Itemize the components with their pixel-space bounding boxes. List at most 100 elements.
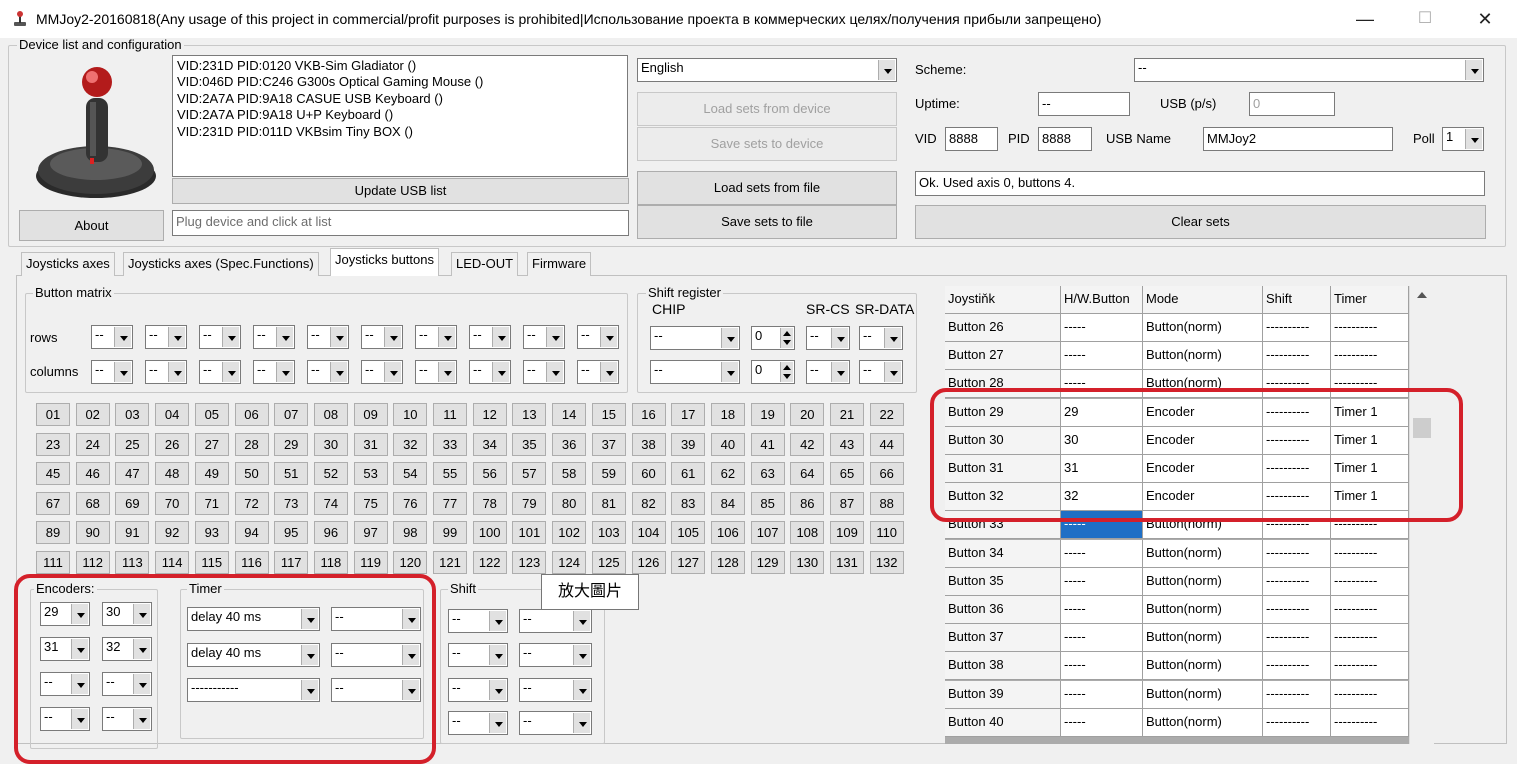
close-button[interactable]: ✕ bbox=[1470, 8, 1500, 30]
button-number-13[interactable]: 13 bbox=[512, 403, 547, 426]
button-number-74[interactable]: 74 bbox=[313, 491, 348, 515]
table-header-cell[interactable]: Shift bbox=[1263, 286, 1331, 314]
shift-select[interactable]: -- bbox=[519, 609, 592, 633]
button-number-91[interactable]: 91 bbox=[115, 521, 150, 545]
button-number-97[interactable]: 97 bbox=[353, 521, 388, 545]
button-number-131[interactable]: 131 bbox=[830, 551, 864, 574]
shift-select[interactable]: -- bbox=[448, 609, 508, 633]
button-number-06[interactable]: 06 bbox=[234, 403, 269, 426]
button-number-104[interactable]: 104 bbox=[631, 521, 666, 545]
button-number-94[interactable]: 94 bbox=[234, 521, 269, 545]
button-number-18[interactable]: 18 bbox=[710, 403, 745, 426]
table-cell[interactable]: Button(norm) bbox=[1143, 596, 1263, 624]
button-number-53[interactable]: 53 bbox=[353, 462, 388, 486]
button-number-71[interactable]: 71 bbox=[194, 491, 229, 515]
button-number-31[interactable]: 31 bbox=[353, 432, 388, 456]
matrix-row-select[interactable]: -- bbox=[469, 325, 511, 349]
button-number-37[interactable]: 37 bbox=[591, 432, 626, 456]
button-number-96[interactable]: 96 bbox=[313, 521, 348, 545]
matrix-row-select[interactable]: -- bbox=[307, 325, 349, 349]
button-number-65[interactable]: 65 bbox=[830, 462, 864, 486]
table-row-header[interactable]: Button 38 bbox=[945, 652, 1061, 681]
table-cell[interactable]: ---------- bbox=[1263, 342, 1331, 371]
button-number-10[interactable]: 10 bbox=[393, 403, 428, 426]
table-cell[interactable]: ---------- bbox=[1263, 314, 1331, 342]
table-row-header[interactable]: Button 39 bbox=[945, 680, 1061, 709]
button-number-28[interactable]: 28 bbox=[234, 432, 269, 456]
button-number-102[interactable]: 102 bbox=[552, 521, 587, 545]
button-number-02[interactable]: 02 bbox=[75, 403, 110, 426]
table-cell[interactable]: ---------- bbox=[1331, 342, 1409, 371]
button-number-116[interactable]: 116 bbox=[234, 551, 269, 574]
table-cell[interactable]: ----- bbox=[1061, 652, 1143, 681]
matrix-row-select[interactable]: -- bbox=[415, 325, 457, 349]
button-number-27[interactable]: 27 bbox=[194, 432, 229, 456]
shift-select[interactable]: -- bbox=[448, 678, 508, 702]
table-cell[interactable]: ---------- bbox=[1331, 652, 1409, 681]
matrix-column-select[interactable]: -- bbox=[523, 360, 565, 384]
load-from-device-button[interactable]: Load sets from device bbox=[637, 92, 897, 126]
button-number-112[interactable]: 112 bbox=[75, 551, 110, 574]
button-number-33[interactable]: 33 bbox=[433, 432, 467, 456]
table-cell[interactable]: Button(norm) bbox=[1143, 314, 1263, 342]
button-number-44[interactable]: 44 bbox=[869, 432, 904, 456]
chip-select[interactable]: -- bbox=[650, 326, 740, 350]
button-number-66[interactable]: 66 bbox=[869, 462, 904, 486]
table-cell[interactable]: ----- bbox=[1061, 680, 1143, 709]
maximize-button[interactable]: ☐ bbox=[1410, 8, 1440, 30]
table-row-header[interactable]: Button 36 bbox=[945, 596, 1061, 624]
button-number-24[interactable]: 24 bbox=[75, 432, 110, 456]
table-cell[interactable]: ----- bbox=[1061, 567, 1143, 596]
table-header-cell[interactable]: H/W.Button bbox=[1061, 286, 1143, 314]
button-number-61[interactable]: 61 bbox=[671, 462, 706, 486]
button-number-12[interactable]: 12 bbox=[472, 403, 507, 426]
table-cell[interactable]: ---------- bbox=[1263, 567, 1331, 596]
shift-select[interactable]: -- bbox=[519, 643, 592, 667]
matrix-row-select[interactable]: -- bbox=[145, 325, 187, 349]
save-to-file-button[interactable]: Save sets to file bbox=[637, 205, 897, 239]
table-cell[interactable]: ---------- bbox=[1331, 624, 1409, 653]
matrix-column-select[interactable]: -- bbox=[415, 360, 457, 384]
table-cell[interactable]: ----- bbox=[1061, 708, 1143, 737]
minimize-button[interactable]: — bbox=[1350, 8, 1380, 30]
button-number-15[interactable]: 15 bbox=[591, 403, 626, 426]
button-number-73[interactable]: 73 bbox=[274, 491, 309, 515]
button-number-115[interactable]: 115 bbox=[194, 551, 229, 574]
button-number-21[interactable]: 21 bbox=[830, 403, 864, 426]
table-cell[interactable]: Button(norm) bbox=[1143, 680, 1263, 709]
button-number-109[interactable]: 109 bbox=[830, 521, 864, 545]
button-number-78[interactable]: 78 bbox=[472, 491, 507, 515]
matrix-column-select[interactable]: -- bbox=[577, 360, 619, 384]
button-number-03[interactable]: 03 bbox=[115, 403, 150, 426]
button-number-36[interactable]: 36 bbox=[552, 432, 587, 456]
table-row-header[interactable]: Button 35 bbox=[945, 567, 1061, 596]
button-number-17[interactable]: 17 bbox=[671, 403, 706, 426]
scheme-select[interactable]: -- bbox=[1134, 58, 1484, 82]
button-number-34[interactable]: 34 bbox=[472, 432, 507, 456]
clear-sets-button[interactable]: Clear sets bbox=[915, 205, 1486, 239]
button-number-129[interactable]: 129 bbox=[750, 551, 785, 574]
button-number-127[interactable]: 127 bbox=[671, 551, 706, 574]
button-number-08[interactable]: 08 bbox=[313, 403, 348, 426]
vid-field[interactable]: 8888 bbox=[945, 127, 998, 151]
table-cell[interactable]: ---------- bbox=[1263, 596, 1331, 624]
sr-cs-select[interactable]: -- bbox=[806, 326, 850, 350]
table-cell[interactable]: ---------- bbox=[1331, 596, 1409, 624]
button-number-70[interactable]: 70 bbox=[155, 491, 190, 515]
button-number-55[interactable]: 55 bbox=[433, 462, 467, 486]
table-cell[interactable]: Button(norm) bbox=[1143, 652, 1263, 681]
button-number-68[interactable]: 68 bbox=[75, 491, 110, 515]
button-number-124[interactable]: 124 bbox=[552, 551, 587, 574]
matrix-column-select[interactable]: -- bbox=[469, 360, 511, 384]
button-number-60[interactable]: 60 bbox=[631, 462, 666, 486]
table-cell[interactable]: Button(norm) bbox=[1143, 624, 1263, 653]
button-number-114[interactable]: 114 bbox=[155, 551, 190, 574]
button-number-40[interactable]: 40 bbox=[710, 432, 745, 456]
shift-select[interactable]: -- bbox=[519, 678, 592, 702]
button-number-43[interactable]: 43 bbox=[830, 432, 864, 456]
button-number-05[interactable]: 05 bbox=[194, 403, 229, 426]
button-number-111[interactable]: 111 bbox=[36, 551, 70, 574]
button-number-103[interactable]: 103 bbox=[591, 521, 626, 545]
device-item[interactable]: VID:231D PID:0120 VKB-Sim Gladiator () bbox=[177, 58, 623, 74]
button-number-39[interactable]: 39 bbox=[671, 432, 706, 456]
